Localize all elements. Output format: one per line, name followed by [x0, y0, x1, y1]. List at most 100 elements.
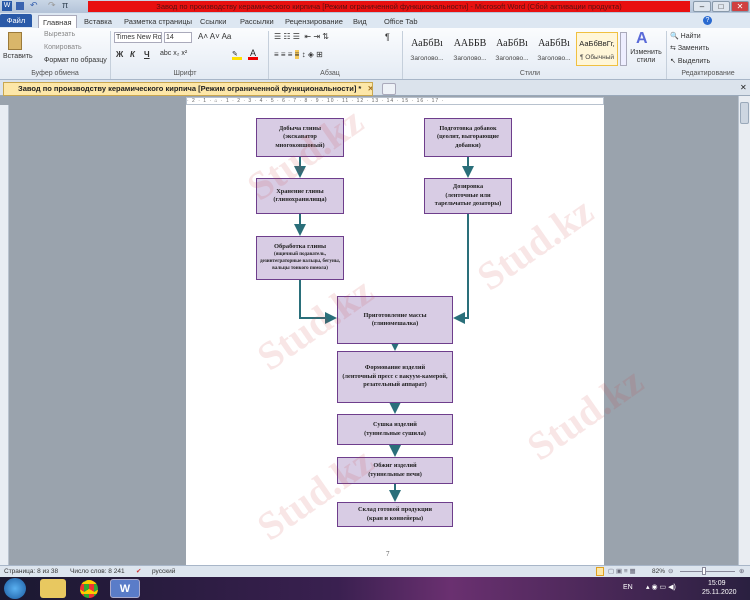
- save-icon[interactable]: [16, 2, 24, 10]
- styles-group-label: Стили: [519, 70, 541, 77]
- zoom-slider[interactable]: [680, 571, 735, 572]
- tab-view[interactable]: Вид: [349, 15, 371, 28]
- tab-home[interactable]: Главная: [38, 15, 77, 28]
- clock-date[interactable]: 25.11.2020: [702, 589, 737, 596]
- bold-button[interactable]: Ж: [116, 50, 123, 59]
- font-group-label: Шрифт: [173, 70, 197, 77]
- change-styles-button[interactable]: Изменить стили: [628, 49, 664, 66]
- flow-box-forming[interactable]: Формование изделий (ленточный пресс с вак…: [337, 351, 453, 403]
- paragraph-group-label: Абзац: [320, 70, 340, 77]
- flow-box-additives[interactable]: Подготовка добавок (цеолит, выгорающие до…: [424, 118, 512, 157]
- box-detail: (кран и конвейеры): [366, 514, 424, 522]
- box-title: Добыча глины: [278, 124, 322, 132]
- box-title: Сушка изделий: [373, 421, 417, 428]
- new-tab-button[interactable]: [382, 83, 396, 95]
- start-button[interactable]: [4, 578, 26, 599]
- spellcheck-icon[interactable]: ✔: [136, 566, 141, 577]
- minimize-button[interactable]: –: [693, 1, 711, 12]
- tab-review[interactable]: Рецензирование: [281, 15, 347, 28]
- box-detail: (туннельные сушила): [364, 429, 426, 437]
- tab-file[interactable]: Файл: [0, 14, 32, 27]
- scroll-thumb[interactable]: [740, 102, 749, 124]
- document-tab-close[interactable]: ✕: [367, 84, 372, 93]
- format-painter-button[interactable]: Формат по образцу: [44, 57, 107, 64]
- strike-sub-super-icons[interactable]: abc x₂ x²: [160, 50, 187, 57]
- word-count[interactable]: Число слов: 8 241: [70, 566, 125, 577]
- copy-button[interactable]: Копировать: [44, 44, 82, 51]
- redo-icon[interactable]: ↷: [48, 0, 56, 11]
- word-icon[interactable]: W: [2, 1, 12, 11]
- flow-box-clay-storage[interactable]: Хранение глины (глинохранилища): [256, 178, 344, 214]
- maximize-button[interactable]: □: [712, 1, 730, 12]
- horizontal-ruler[interactable]: · 2 · 1 · ⌂ · 1 · 2 · 3 · 4 · 5 · 6 · 7 …: [186, 97, 604, 105]
- page-number: 7: [386, 550, 390, 558]
- box-detail: (туннельные печи): [368, 470, 422, 478]
- document-tab[interactable]: Завод по производству керамического кирп…: [3, 82, 373, 96]
- style-heading-3[interactable]: АаБбВı Заголово...: [491, 32, 533, 66]
- style-heading-4[interactable]: АаБбВı Заголово...: [533, 32, 575, 66]
- ribbon: Вставить Вырезать Копировать Формат по о…: [0, 28, 750, 80]
- vertical-ruler[interactable]: [0, 105, 9, 565]
- close-button[interactable]: ✕: [731, 1, 749, 12]
- undo-icon[interactable]: ↶: [30, 0, 38, 11]
- pi-icon[interactable]: π: [62, 0, 68, 10]
- chrome-icon[interactable]: [80, 580, 98, 598]
- cut-button[interactable]: Вырезать: [44, 31, 75, 38]
- word-taskbar-icon[interactable]: W: [110, 579, 140, 598]
- zoom-slider-thumb[interactable]: [702, 567, 706, 575]
- close-document-icon[interactable]: ✕: [740, 83, 747, 92]
- grow-font-icon[interactable]: A˄ A˅ Aa: [198, 32, 231, 41]
- font-size-select[interactable]: 14: [164, 32, 192, 43]
- tray-icons[interactable]: ▴ ◉ ▭ ◀): [646, 583, 676, 591]
- flow-box-mass-preparation[interactable]: Приготовление массы (глиномешалка): [337, 296, 453, 344]
- help-icon[interactable]: ?: [703, 16, 712, 25]
- clock-time[interactable]: 15:09: [708, 580, 726, 587]
- page-count[interactable]: Страница: 8 из 38: [4, 566, 58, 577]
- style-sample: АаБбВı: [411, 38, 443, 49]
- style-heading-2[interactable]: ААББВ Заголово...: [449, 32, 491, 66]
- find-button[interactable]: 🔍 Найти: [670, 32, 701, 40]
- language[interactable]: русский: [152, 566, 175, 577]
- tab-office-tab[interactable]: Office Tab: [380, 15, 422, 28]
- underline-button[interactable]: Ч: [144, 50, 150, 59]
- box-title: Дозировка: [452, 183, 484, 191]
- flow-box-warehouse[interactable]: Склад готовой продукции (кран и конвейеры…: [337, 502, 453, 527]
- tab-insert[interactable]: Вставка: [80, 15, 116, 28]
- italic-button[interactable]: К: [130, 50, 135, 59]
- zoom-level[interactable]: 82%: [652, 566, 665, 577]
- tab-references[interactable]: Ссылки: [196, 15, 230, 28]
- document-page[interactable]: Добыча глины (экскаватор многоковшовый) П…: [186, 105, 604, 565]
- flow-box-clay-extraction[interactable]: Добыча глины (экскаватор многоковшовый): [256, 118, 344, 157]
- vertical-scrollbar[interactable]: [738, 96, 750, 565]
- style-heading-1[interactable]: АаБбВı Заголово...: [406, 32, 448, 66]
- tab-page-layout[interactable]: Разметка страницы: [120, 15, 196, 28]
- flow-box-clay-processing[interactable]: Обработка глины (ящичный подаватель, дези…: [256, 236, 344, 280]
- document-tab-bar: Завод по производству керамического кирп…: [0, 80, 750, 96]
- style-normal[interactable]: АаБбВвГг, ¶ Обычный: [576, 32, 618, 66]
- font-name-select[interactable]: Times New Ro: [114, 32, 162, 43]
- tab-mailings[interactable]: Рассылки: [236, 15, 278, 28]
- flow-box-firing[interactable]: Обжиг изделий (туннельные печи): [337, 457, 453, 484]
- highlight-icon[interactable]: ✎: [232, 50, 242, 60]
- style-name: Заголово...: [495, 55, 529, 62]
- paste-icon[interactable]: [8, 32, 22, 50]
- align-icons[interactable]: ≡ ≡ ≡ ≡ ↕ ◈ ⊞: [274, 50, 323, 59]
- replace-button[interactable]: ⇆ Заменить: [670, 44, 709, 52]
- list-icons[interactable]: ☰ ☷ ☰ ⇤ ⇥ ⇅: [274, 32, 329, 41]
- select-button[interactable]: ↖ Выделить: [670, 57, 710, 65]
- language-indicator[interactable]: EN: [623, 584, 633, 591]
- print-layout-view-icon[interactable]: [596, 567, 604, 576]
- paste-button[interactable]: Вставить: [3, 53, 33, 60]
- explorer-icon[interactable]: [40, 579, 66, 598]
- style-sample: ААББВ: [453, 38, 487, 49]
- flow-box-dosing[interactable]: Дозировка (ленточные или тарельчатые доза…: [424, 178, 512, 214]
- zoom-in-icon[interactable]: ⊕: [739, 566, 744, 577]
- flow-box-drying[interactable]: Сушка изделий (туннельные сушила): [337, 414, 453, 445]
- box-detail: (глинохранилища): [273, 196, 327, 203]
- view-icons[interactable]: ▢ ▣ ≡ ▦: [608, 566, 636, 577]
- style-name: ¶ Обычный: [579, 54, 615, 61]
- styles-scroll[interactable]: [620, 32, 627, 66]
- zoom-out-icon[interactable]: ⊖: [668, 566, 673, 577]
- font-color-icon[interactable]: A: [248, 48, 258, 60]
- show-marks-button[interactable]: ¶: [385, 32, 390, 42]
